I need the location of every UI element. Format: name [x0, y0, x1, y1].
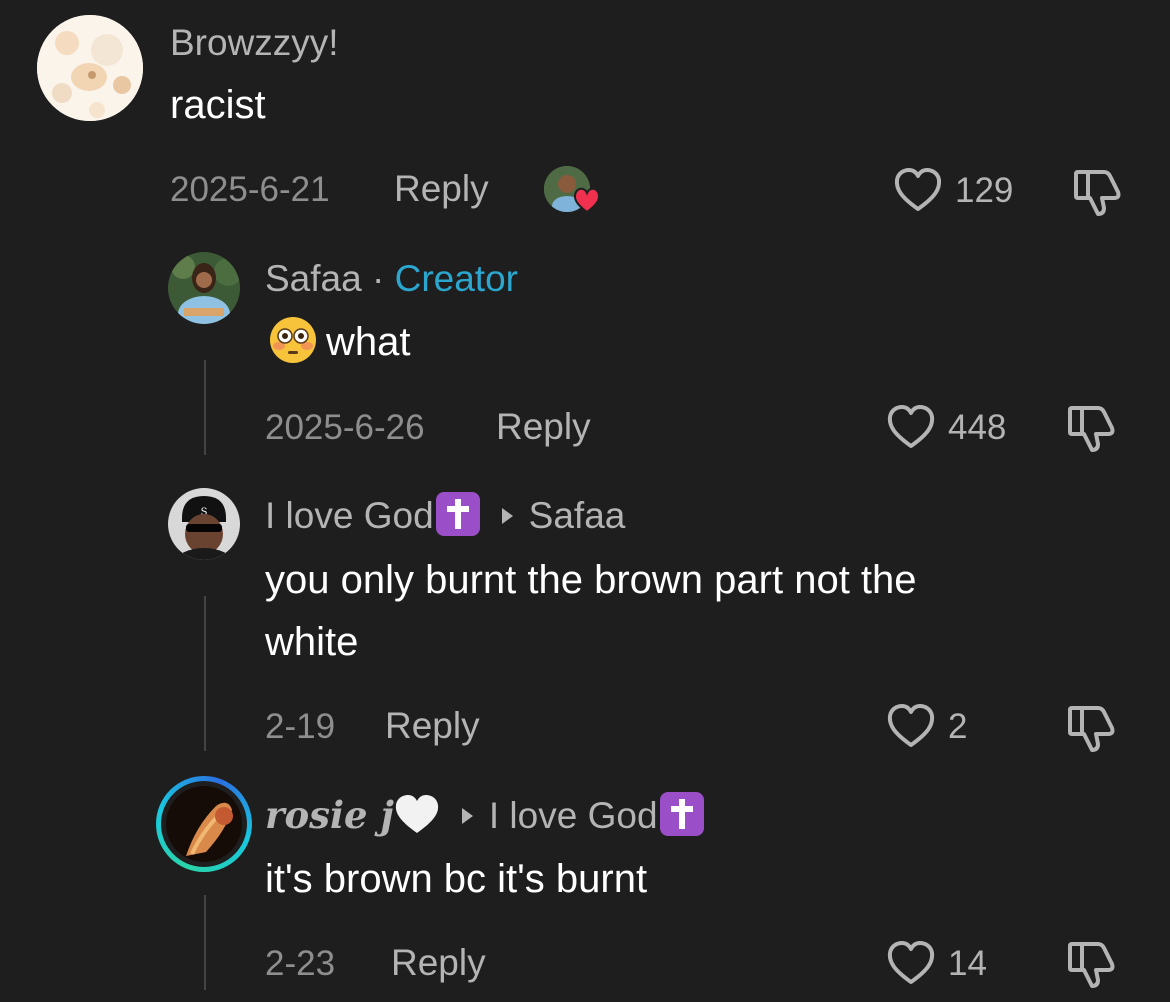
thread-line: [204, 596, 206, 751]
reply-to-arrow-icon: [461, 807, 473, 824]
avatar[interactable]: [168, 252, 240, 324]
dislike-button[interactable]: [1066, 404, 1118, 457]
latin-cross-icon: [659, 792, 704, 836]
reply-button[interactable]: Reply: [394, 170, 489, 207]
reply-to-username[interactable]: I love God: [489, 795, 658, 836]
reply-button[interactable]: Reply: [385, 707, 480, 744]
comment-text-line: you only burnt the brown part not the: [265, 558, 917, 602]
comment-date: 2-23: [265, 944, 336, 983]
avatar[interactable]: S: [168, 488, 240, 560]
reply-to-arrow-icon: [501, 507, 513, 524]
comment-date: 2-19: [265, 707, 336, 746]
username-text: rosie j: [265, 792, 394, 837]
heart-outline-icon: [887, 704, 935, 747]
heart-outline-icon: [887, 405, 935, 448]
thumbs-down-icon: [1068, 942, 1115, 988]
like-button[interactable]: 129: [893, 167, 1013, 213]
like-button[interactable]: 2: [886, 703, 967, 749]
creator-badge: Creator: [394, 258, 518, 299]
dislike-button[interactable]: [1072, 168, 1124, 221]
like-count: 2: [948, 706, 968, 746]
avatar-image: S: [168, 488, 240, 560]
heart-outline-icon: [894, 168, 942, 211]
like-count: 448: [948, 407, 1007, 447]
username-text: I love God: [265, 494, 434, 536]
avatar: [166, 786, 242, 862]
comment-text: you only burnt the brown part not the wh…: [265, 549, 917, 673]
separator-dot: ·: [371, 258, 385, 299]
flushed-face-emoji: [270, 317, 316, 364]
username-text: Safaa: [265, 258, 362, 299]
heart-outline-icon: [887, 941, 935, 984]
like-count: 14: [948, 943, 987, 983]
avatar[interactable]: [37, 15, 143, 121]
dislike-button[interactable]: [1066, 940, 1118, 993]
comment-username[interactable]: I love God Safaa: [265, 492, 626, 540]
comment-date: 2025-6-26: [265, 408, 425, 447]
comment-username[interactable]: rosie j I love God: [265, 792, 704, 840]
comment-username[interactable]: Browzzyy!: [170, 24, 339, 61]
thumbs-down-icon: [1068, 706, 1115, 752]
avatar-image: [37, 15, 143, 121]
like-button[interactable]: 14: [886, 940, 987, 986]
creator-liked-heart-icon: [573, 187, 601, 214]
reply-button[interactable]: Reply: [496, 408, 591, 445]
like-count: 129: [955, 170, 1014, 210]
reply-button[interactable]: Reply: [391, 944, 486, 981]
username-text: Browzzyy!: [170, 22, 339, 63]
comment-text: racist: [170, 83, 266, 127]
comments-panel: Browzzyy! racist 2025-6-21 Reply 129 Saf…: [0, 0, 1170, 1002]
white-heart-emoji: [395, 795, 438, 833]
comment-date: 2025-6-21: [170, 170, 330, 209]
comment-text-content: what: [326, 320, 411, 364]
comment-text: what: [268, 311, 411, 373]
thumbs-down-icon: [1068, 406, 1115, 452]
comment-text: it's brown bc it's burnt: [265, 857, 648, 901]
thread-line: [204, 360, 206, 455]
avatar-image: [168, 252, 240, 324]
comment-username[interactable]: Safaa · Creator: [265, 260, 518, 297]
dislike-button[interactable]: [1066, 704, 1118, 757]
like-button[interactable]: 448: [886, 404, 1006, 450]
avatar-story-ring[interactable]: [156, 776, 252, 872]
reply-to-username[interactable]: Safaa: [529, 495, 626, 536]
thread-line: [204, 895, 206, 990]
avatar-image: [166, 786, 242, 862]
thumbs-down-icon: [1074, 170, 1121, 216]
comment-text-line: white: [265, 620, 359, 664]
latin-cross-icon: [435, 492, 480, 536]
creator-liked-badge: [544, 166, 604, 216]
